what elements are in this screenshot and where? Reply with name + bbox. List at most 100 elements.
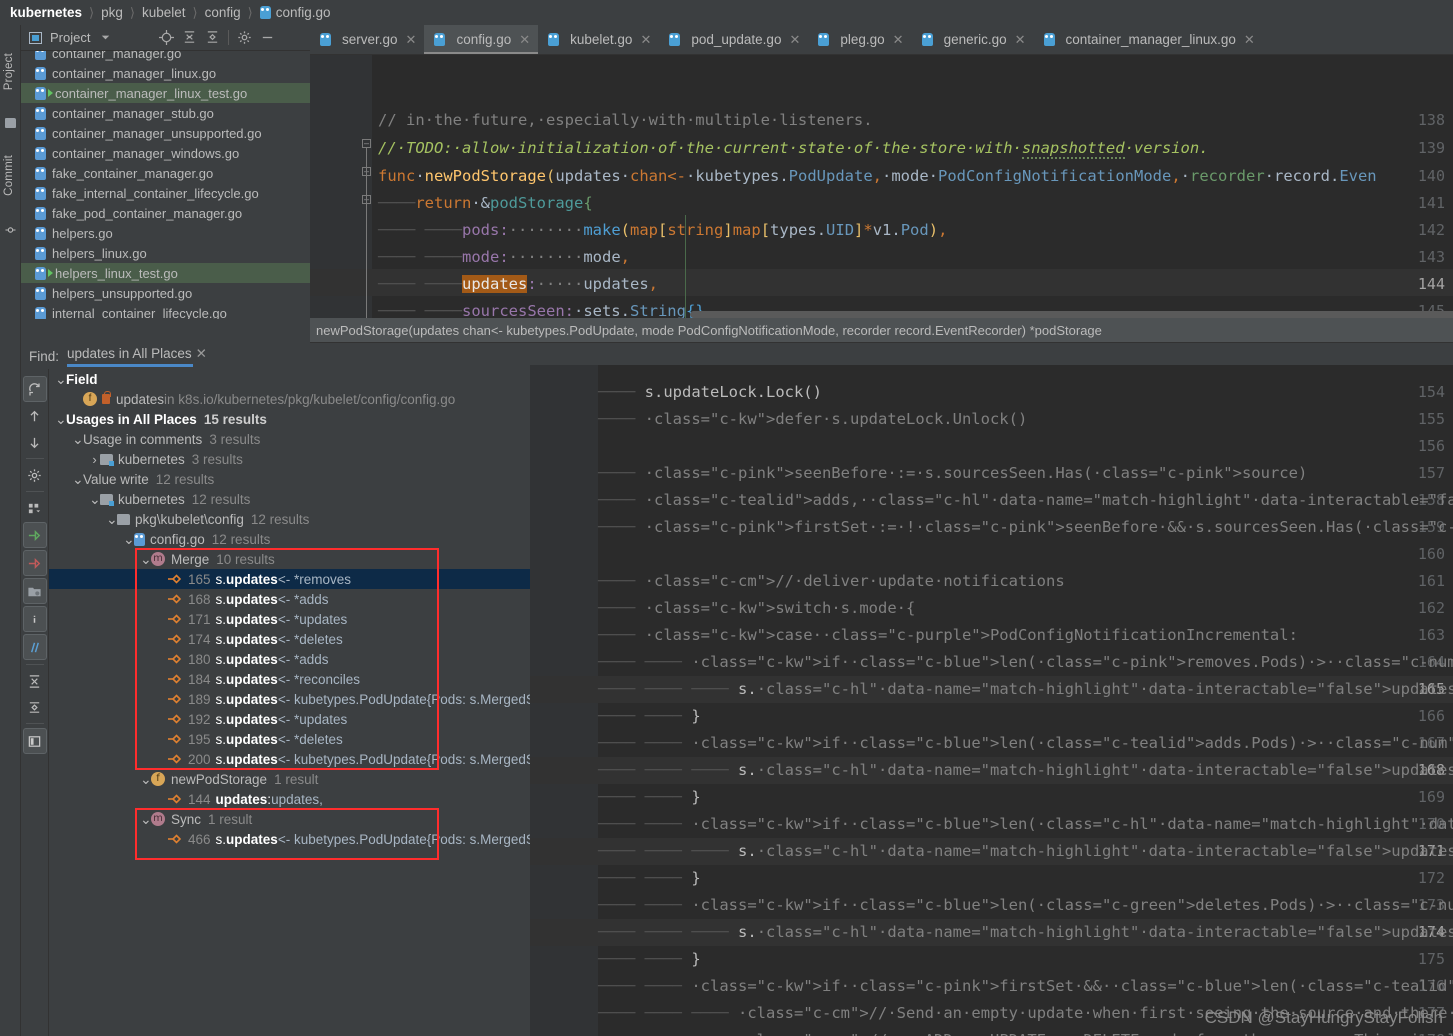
find-result-row[interactable]: 195 s.updates <- *deletes (49, 729, 530, 749)
find-result-row[interactable]: 174 s.updates <- *deletes (49, 629, 530, 649)
close-icon[interactable]: ✕ (1244, 32, 1255, 48)
project-tree-item[interactable]: helpers_linux_test.go (21, 263, 310, 283)
open-in-find-window-icon[interactable] (22, 550, 47, 576)
chevron-down-icon[interactable] (98, 30, 113, 45)
project-tree-item[interactable]: container_manager_stub.go (21, 103, 310, 123)
group-by-icon[interactable] (23, 495, 47, 521)
top-editor-horizontal-scrollbar[interactable] (690, 311, 1453, 318)
rail-item-commit[interactable]: Commit (3, 155, 15, 196)
rail-item-project[interactable]: Project (3, 53, 15, 90)
find-result-group[interactable]: ⌄ Usages in All Places 15 results (49, 409, 530, 429)
gear-icon[interactable] (237, 30, 252, 45)
export-to-editor-icon[interactable] (22, 522, 47, 548)
find-result-row[interactable]: 165 s.updates <- *removes (49, 569, 530, 589)
breadcrumb-item-0[interactable]: kubernetes (10, 5, 82, 20)
project-view-icon[interactable] (29, 31, 42, 44)
fold-marker[interactable]: – (362, 139, 371, 148)
close-icon[interactable]: ✕ (789, 32, 800, 48)
rerun-icon[interactable] (22, 376, 47, 402)
expand-all-icon[interactable] (23, 668, 47, 694)
breadcrumb-item-3[interactable]: config (205, 5, 241, 20)
find-result-row[interactable]: 192 s.updates <- *updates (49, 709, 530, 729)
chevron-down-icon[interactable]: ⌄ (140, 551, 152, 568)
project-tree-item[interactable]: fake_internal_container_lifecycle.go (21, 183, 310, 203)
find-result-row[interactable]: 180 s.updates <- *adds (49, 649, 530, 669)
next-occurrence-icon[interactable] (23, 429, 47, 455)
editor-tab-bar[interactable]: server.go ✕ config.go ✕ kubelet.go ✕ pod_updat… (310, 25, 1453, 55)
project-tree-item[interactable]: internal_container_lifecycle.go (21, 303, 310, 319)
collapse-all-icon[interactable] (205, 30, 220, 45)
group-by-directory-icon[interactable] (22, 578, 47, 604)
close-icon[interactable]: ✕ (196, 346, 207, 361)
find-results-tree[interactable]: ⌄ Field f updates in k8s.io/kubernetes/pkg/… (49, 369, 530, 1036)
preview-code-editor[interactable]: 154 ──── s.updateLock.Lock() 155 ──── ·clas… (530, 365, 1453, 1036)
find-result-group[interactable]: ⌄ f newPodStorage 1 result (49, 769, 530, 789)
settings-gear-icon[interactable] (23, 462, 47, 488)
find-tab-updates[interactable]: updates in All Places ✕ (67, 346, 207, 367)
find-result-group[interactable]: f updates in k8s.io/kubernetes/pkg/kubele… (49, 389, 530, 409)
find-result-row[interactable]: 200 s.updates <- kubetypes.PodUpdate{Pods… (49, 749, 530, 769)
find-result-group[interactable]: ⌄ pkg\kubelet\config 12 results (49, 509, 530, 529)
breadcrumb-item-1[interactable]: pkg (101, 5, 123, 20)
find-result-group[interactable]: ⌄ kubernetes 12 results (49, 489, 530, 509)
project-tree-item[interactable]: fake_container_manager.go (21, 163, 310, 183)
find-result-group[interactable]: ⌄ Value write 12 results (49, 469, 530, 489)
find-result-group[interactable]: ⌄ Usage in comments 3 results (49, 429, 530, 449)
find-result-group[interactable]: ⌄ Field (49, 369, 530, 389)
close-icon[interactable]: ✕ (1015, 32, 1026, 48)
chevron-down-icon[interactable]: ⌄ (89, 491, 101, 508)
chevron-down-icon[interactable]: ⌄ (55, 371, 67, 388)
filter-code-icon[interactable] (22, 634, 47, 660)
chevron-down-icon[interactable]: ⌄ (140, 771, 152, 788)
editor-tab[interactable]: config.go ✕ (424, 25, 539, 54)
info-icon[interactable] (22, 606, 47, 632)
project-file-tree[interactable]: container_manager.go container_manager_li… (21, 51, 310, 319)
find-result-row[interactable]: 184 s.updates <- *reconciles (49, 669, 530, 689)
top-code-editor[interactable]: – – – – 138 139 140 141 142 143 144 145 … (310, 55, 1453, 318)
breadcrumb-item-2[interactable]: kubelet (142, 5, 186, 20)
previous-occurrence-icon[interactable] (23, 403, 47, 429)
preview-panel-icon[interactable] (22, 728, 47, 754)
chevron-down-icon[interactable]: ⌄ (106, 511, 118, 528)
project-tree-item[interactable]: container_manager_linux_test.go (21, 83, 310, 103)
find-result-group[interactable]: ⌄ config.go 12 results (49, 529, 530, 549)
find-result-group[interactable]: ⌄ m Merge 10 results (49, 549, 530, 569)
breadcrumb[interactable]: kubernetes ⟩ pkg ⟩ kubelet ⟩ config ⟩ co… (0, 0, 1453, 25)
close-icon[interactable]: ✕ (893, 32, 904, 48)
editor-tab[interactable]: pleg.go ✕ (808, 25, 911, 54)
select-opened-file-icon[interactable] (159, 30, 175, 45)
editor-tab[interactable]: container_manager_linux.go ✕ (1034, 25, 1263, 54)
project-tree-item[interactable]: fake_pod_container_manager.go (21, 203, 310, 223)
close-icon[interactable]: ✕ (640, 32, 651, 48)
collapse-all-icon[interactable] (23, 694, 47, 720)
project-tree-item[interactable]: container_manager_linux.go (21, 63, 310, 83)
project-tree-item[interactable]: container_manager_unsupported.go (21, 123, 310, 143)
editor-tab[interactable]: server.go ✕ (310, 25, 424, 54)
find-result-group[interactable]: › kubernetes 3 results (49, 449, 530, 469)
breadcrumb-item-4[interactable]: config.go (276, 5, 331, 20)
close-icon[interactable]: ✕ (406, 32, 417, 48)
project-tree-item[interactable]: helpers.go (21, 223, 310, 243)
run-test-marker-icon[interactable] (48, 89, 53, 97)
chevron-right-icon[interactable]: › (89, 452, 100, 467)
find-result-row[interactable]: 171 s.updates <- *updates (49, 609, 530, 629)
project-tree-item[interactable]: helpers_unsupported.go (21, 283, 310, 303)
project-tree-item[interactable]: container_manager_windows.go (21, 143, 310, 163)
find-results-toolbar[interactable] (21, 369, 49, 1036)
top-editor-code[interactable]: // in·the·future,·especially·with·multip… (372, 55, 1453, 318)
editor-tab[interactable]: pod_update.go ✕ (659, 25, 808, 54)
editor-tab[interactable]: generic.go ✕ (912, 25, 1034, 54)
chevron-down-icon[interactable]: ⌄ (140, 811, 152, 828)
find-result-row[interactable]: 466 s.updates <- kubetypes.PodUpdate{Pods… (49, 829, 530, 849)
editor-tab[interactable]: kubelet.go ✕ (538, 25, 659, 54)
project-tree-item[interactable]: container_manager.go (21, 51, 310, 63)
project-tree-item[interactable]: helpers_linux.go (21, 243, 310, 263)
chevron-down-icon[interactable]: ⌄ (123, 531, 135, 548)
find-result-group[interactable]: ⌄ m Sync 1 result (49, 809, 530, 829)
project-panel-title[interactable]: Project (50, 30, 90, 45)
run-test-marker-icon[interactable] (48, 269, 53, 277)
hide-panel-icon[interactable] (260, 30, 275, 45)
chevron-down-icon[interactable]: ⌄ (72, 471, 84, 488)
chevron-down-icon[interactable]: ⌄ (55, 411, 67, 428)
find-result-row[interactable]: 144 updates: updates, (49, 789, 530, 809)
